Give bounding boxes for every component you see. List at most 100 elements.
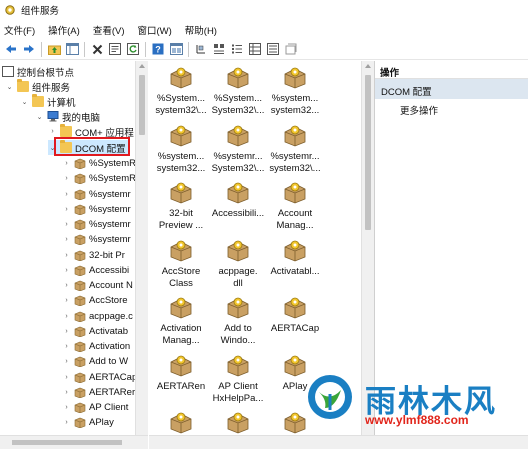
tree-node-dcom-app[interactable]: › %systemr [62,217,131,232]
menu-action[interactable]: 操作(A) [48,23,87,37]
component-package-icon [284,240,306,261]
up-folder-icon[interactable] [47,42,61,56]
tree-node-dcom-app[interactable]: › %SystemR [62,171,136,186]
list-item[interactable]: acppage. dll [208,240,268,290]
list-item[interactable]: AccStore Class [151,240,211,290]
menu-help[interactable]: 帮助(H) [185,23,224,37]
tree-node-dcom-app[interactable]: › APlay [62,415,114,430]
list-item[interactable]: Accessibili... [208,182,268,220]
tree-node-dcom-app[interactable]: › AP Client [62,400,128,415]
tree-node-console-root[interactable]: 控制台根节点 [2,64,74,79]
tree-node-dcom-app[interactable]: › Account N [62,278,133,293]
list-item[interactable]: %system... system32... [151,125,211,175]
chevron-right-icon[interactable]: › [62,403,71,412]
list-item-label-line1: AccStore [161,265,201,277]
menu-window[interactable]: 窗口(W) [137,23,178,37]
tree-node-dcom-app[interactable]: › Activation [62,339,130,354]
tree-node-dcom-app[interactable]: › Accessibi [62,263,129,278]
chevron-right-icon[interactable]: › [62,388,71,397]
tree-node-dcom-app[interactable]: › acppage.c [62,309,133,324]
list-item[interactable]: 32-bit Preview ... [151,182,211,232]
tree-node-label: 我的电脑 [62,112,101,124]
properties-icon[interactable] [108,42,122,56]
chevron-right-icon[interactable]: › [62,296,71,305]
detail-view-icon[interactable] [194,42,208,56]
chevron-right-icon[interactable]: › [48,127,57,136]
list-item[interactable] [208,412,268,435]
forward-arrow-icon[interactable] [22,42,36,56]
chevron-right-icon[interactable]: › [62,418,71,427]
actions-horizontal-scrollbar[interactable] [374,435,528,449]
chevron-right-icon[interactable]: › [62,357,71,366]
chevron-right-icon[interactable]: › [62,190,71,199]
help-icon[interactable]: ? [151,42,165,56]
menu-file[interactable]: 文件(F) [4,23,42,37]
large-icons-view-icon[interactable] [212,42,226,56]
tree-node-dcom-app[interactable]: › %systemr [62,202,131,217]
chevron-down-icon[interactable]: ⌄ [35,112,44,121]
chevron-right-icon[interactable]: › [62,342,71,351]
list-item[interactable]: %systemr... System32\... [208,125,268,175]
chevron-right-icon[interactable]: › [62,373,71,382]
tree-node-my-computer[interactable]: ⌄ 我的电脑 [35,109,100,124]
list-item[interactable]: Activatabl... [265,240,325,278]
chevron-right-icon[interactable]: › [62,220,71,229]
scroll-up-icon[interactable] [139,64,145,68]
chevron-down-icon[interactable]: ⌄ [20,97,29,106]
tree-node-component-services[interactable]: ⌄ 组件服务 [5,79,70,94]
more-actions-link[interactable]: 更多操作 [375,99,528,117]
list-item[interactable]: %System... system32\... [151,67,211,117]
chevron-right-icon[interactable]: › [62,281,71,290]
tree-horizontal-scrollbar[interactable] [0,435,148,449]
chevron-right-icon[interactable]: › [62,205,71,214]
chevron-right-icon[interactable]: › [62,159,71,168]
new-item-icon[interactable] [284,42,298,56]
scrollbar-thumb[interactable] [139,75,145,135]
small-icons-view-icon[interactable] [230,42,244,56]
scroll-up-icon[interactable] [365,64,371,68]
tree-node-dcom-app[interactable]: › 32-bit Pr [62,248,125,263]
list-horizontal-scrollbar[interactable] [149,435,374,449]
list-item[interactable]: AERTACap [265,297,325,335]
chevron-right-icon[interactable]: › [62,327,71,336]
list-item[interactable] [151,412,211,435]
tree-node-dcom-app[interactable]: › Activatab [62,324,128,339]
tree-node-dcom-app[interactable]: › %systemr [62,232,131,247]
tree-node-dcom-app[interactable]: › AccStore [62,293,128,308]
tree-node-label: %SystemR [89,158,136,169]
chevron-down-icon[interactable]: ⌄ [5,82,14,91]
refresh-icon[interactable] [126,42,140,56]
list-item[interactable]: AP Client HxHelpPa... [208,355,268,405]
mmc-icon[interactable] [169,42,183,56]
tree-node-dcom-app[interactable]: › %SystemR [62,156,136,171]
chevron-right-icon[interactable]: › [62,235,71,244]
list-view-icon[interactable] [248,42,262,56]
list-item[interactable]: %systemr... system32\... [265,125,325,175]
tree-node-dcom-app[interactable]: › Add to W [62,354,128,369]
tree-vertical-scrollbar[interactable] [135,61,148,435]
list-item[interactable]: Activation Manag... [151,297,211,347]
list-item[interactable]: AERTARen [151,355,211,393]
tree-node-dcom-app[interactable]: › AERTARer [62,385,135,400]
list-item[interactable]: %System... System32\... [208,67,268,117]
tree-node-label: AccStore [89,295,128,307]
list-item[interactable]: Account Manag... [265,182,325,232]
delete-icon[interactable] [90,42,104,56]
back-arrow-icon[interactable] [4,42,18,56]
chevron-right-icon[interactable]: › [62,312,71,321]
scrollbar-thumb[interactable] [12,440,122,445]
menu-view[interactable]: 查看(V) [93,23,132,37]
chevron-right-icon[interactable]: › [62,174,71,183]
list-detail-view-icon[interactable] [266,42,280,56]
list-item[interactable]: Add to Windo... [208,297,268,347]
scrollbar-thumb[interactable] [365,75,371,230]
tree-node-dcom-app[interactable]: › AERTACap [62,370,137,385]
list-item[interactable]: %system... system32... [265,67,325,117]
tree-node-computers[interactable]: ⌄ 计算机 [20,94,76,109]
list-item-label-line1: %systemr... [213,150,263,162]
chevron-right-icon[interactable]: › [62,266,71,275]
chevron-right-icon[interactable]: › [62,251,71,260]
tree-node-dcom-app[interactable]: › %systemr [62,187,131,202]
show-tree-icon[interactable] [65,42,79,56]
actions-group-dcom[interactable]: DCOM 配置 [375,79,528,99]
